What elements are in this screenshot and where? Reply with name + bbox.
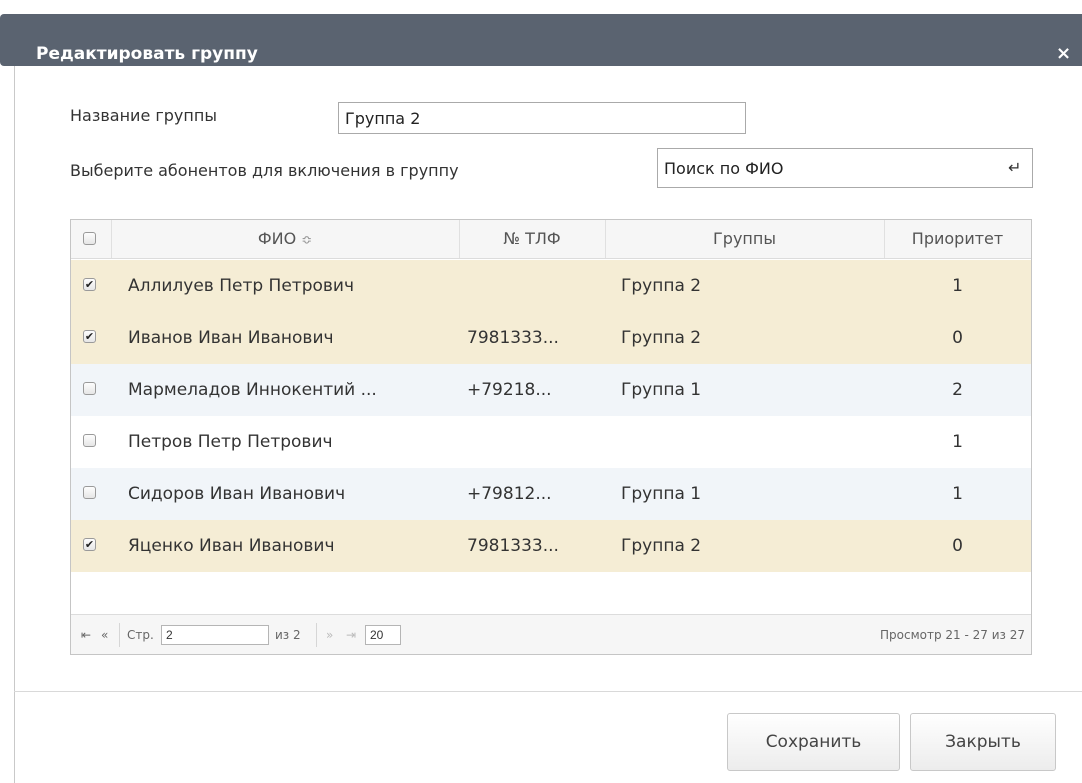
cell-name: Мармеладов Иннокентий ... bbox=[128, 380, 377, 400]
cell-group bbox=[621, 416, 881, 468]
cell-phone: +79812... bbox=[467, 484, 552, 504]
dialog-titlebar: Редактировать группу × bbox=[0, 14, 1082, 66]
table-header: ФИО ≎ № ТЛФ Группы Приоритет bbox=[71, 220, 1031, 259]
pager-divider bbox=[119, 623, 120, 647]
cell-group: Группа 1 bbox=[621, 484, 702, 504]
search-by-name-input[interactable] bbox=[657, 148, 1033, 188]
table-row[interactable]: ✔ Аллилуев Петр Петрович Группа 2 1 bbox=[71, 260, 1031, 312]
cell-name: Сидоров Иван Иванович bbox=[128, 484, 346, 504]
header-groups[interactable]: Группы bbox=[605, 220, 885, 258]
select-subscribers-label: Выберите абонентов для включения в групп… bbox=[70, 161, 459, 180]
select-all-checkbox[interactable] bbox=[83, 232, 96, 245]
group-name-input[interactable] bbox=[338, 102, 746, 134]
row-checkbox[interactable] bbox=[83, 486, 96, 499]
pager: ⇤ « Стр. из 2 » ⇥ Просмотр 21 - 27 из 27 bbox=[71, 614, 1031, 654]
cell-group: Группа 2 bbox=[621, 328, 702, 348]
header-priority[interactable]: Приоритет bbox=[884, 220, 1031, 258]
dialog-title: Редактировать группу bbox=[36, 44, 258, 64]
cell-name: Яценко Иван Иванович bbox=[128, 536, 335, 556]
cell-priority: 0 bbox=[952, 328, 963, 348]
first-page-icon[interactable]: ⇤ bbox=[81, 615, 91, 654]
cell-priority: 1 bbox=[952, 432, 963, 452]
subscribers-table: ФИО ≎ № ТЛФ Группы Приоритет ✔ Аллилуев П… bbox=[70, 219, 1032, 655]
row-checkbox[interactable]: ✔ bbox=[83, 278, 96, 291]
cell-name: Аллилуев Петр Петрович bbox=[128, 276, 355, 296]
footer-divider bbox=[14, 691, 1082, 692]
table-row[interactable]: ✔ Яценко Иван Иванович 7981333... Группа 2 0 bbox=[71, 520, 1031, 572]
prev-page-icon[interactable]: « bbox=[101, 615, 108, 654]
last-page-icon[interactable]: ⇥ bbox=[346, 615, 356, 654]
cell-priority: 1 bbox=[952, 484, 963, 504]
table-row[interactable]: ✔ Иванов Иван Иванович 7981333... Группа 2 0 bbox=[71, 312, 1031, 364]
cell-group: Группа 2 bbox=[621, 276, 702, 296]
sort-icon[interactable]: ≎ bbox=[301, 233, 312, 248]
cell-phone: 7981333... bbox=[467, 328, 559, 348]
view-info: Просмотр 21 - 27 из 27 bbox=[880, 628, 1025, 642]
cell-phone bbox=[467, 416, 605, 468]
cell-group: Группа 1 bbox=[621, 380, 702, 400]
page-size-input[interactable] bbox=[365, 625, 401, 645]
row-checkbox[interactable]: ✔ bbox=[83, 330, 96, 343]
next-page-icon[interactable]: » bbox=[326, 615, 333, 654]
group-name-label: Название группы bbox=[70, 106, 217, 125]
row-checkbox[interactable] bbox=[83, 434, 96, 447]
cell-phone bbox=[467, 260, 605, 312]
table-row[interactable]: Сидоров Иван Иванович +79812... Группа 1 1 bbox=[71, 468, 1031, 520]
cell-name: Петров Петр Петрович bbox=[128, 432, 333, 452]
cell-name: Иванов Иван Иванович bbox=[128, 328, 334, 348]
page-label: Стр. bbox=[127, 628, 154, 642]
close-icon[interactable]: × bbox=[1056, 28, 1071, 80]
pager-divider bbox=[316, 623, 317, 647]
page-number-input[interactable] bbox=[161, 625, 269, 645]
table-row[interactable]: Мармеладов Иннокентий ... +79218... Группа… bbox=[71, 364, 1031, 416]
cell-priority: 1 bbox=[952, 276, 963, 296]
cell-group: Группа 2 bbox=[621, 536, 702, 556]
enter-icon[interactable]: ↵ bbox=[1008, 158, 1021, 177]
header-name-label: ФИО bbox=[257, 229, 297, 248]
row-checkbox[interactable] bbox=[83, 382, 96, 395]
table-row[interactable]: Петров Петр Петрович 1 bbox=[71, 416, 1031, 468]
header-phone[interactable]: № ТЛФ bbox=[459, 220, 606, 258]
cell-priority: 0 bbox=[952, 536, 963, 556]
cell-phone: 7981333... bbox=[467, 536, 559, 556]
header-name[interactable]: ФИО ≎ bbox=[111, 220, 460, 258]
cell-priority: 2 bbox=[952, 380, 963, 400]
cell-phone: +79218... bbox=[467, 380, 552, 400]
save-button[interactable]: Сохранить bbox=[727, 713, 900, 771]
row-checkbox[interactable]: ✔ bbox=[83, 538, 96, 551]
close-button[interactable]: Закрыть bbox=[910, 713, 1056, 771]
page-count-label: из 2 bbox=[275, 628, 301, 642]
header-checkbox-cell bbox=[71, 220, 112, 258]
